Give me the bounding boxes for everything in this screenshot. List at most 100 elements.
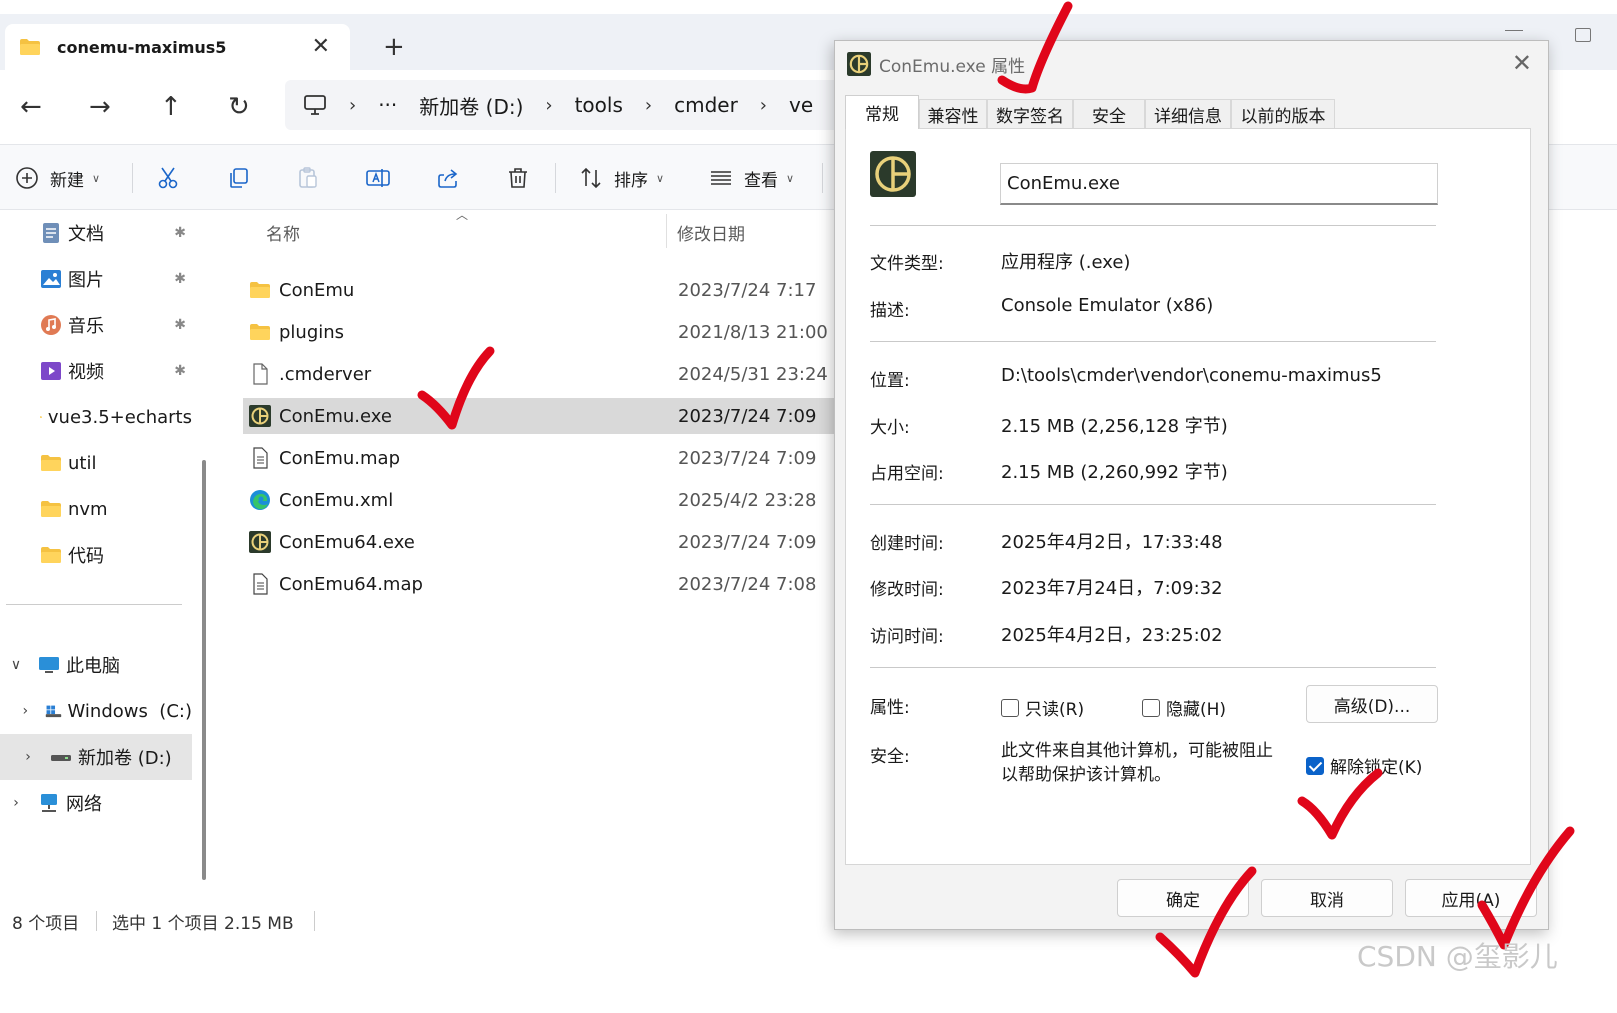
readonly-checkbox[interactable]: 只读(R)	[1001, 695, 1084, 720]
refresh-button[interactable]: ↻	[228, 92, 250, 122]
general-tab-panel: ConEmu.exe 文件类型: 应用程序 (.exe) 描述: Console…	[845, 128, 1531, 865]
sidebar-item-network[interactable]: › 网络	[0, 780, 192, 826]
trash-icon	[509, 168, 527, 188]
tab-details[interactable]: 详细信息	[1145, 99, 1231, 129]
pin-icon[interactable]: ✱	[174, 317, 186, 333]
tab-security[interactable]: 安全	[1073, 99, 1145, 129]
dialog-tabs: 常规 兼容性 数字签名 安全 详细信息 以前的版本	[845, 95, 1535, 129]
pin-icon[interactable]: ✱	[174, 271, 186, 287]
attributes-label: 属性:	[870, 698, 910, 718]
sidebar-item-vue-echarts[interactable]: vue3.5+echarts	[0, 394, 192, 440]
sidebar-item-videos[interactable]: 视频 ✱	[0, 348, 192, 394]
pin-icon[interactable]: ✱	[174, 363, 186, 379]
column-header-modified[interactable]: 修改日期	[677, 220, 745, 245]
sidebar-item-label: 文档	[68, 224, 104, 245]
sidebar-item-drive-c[interactable]: › Windows (C:)	[0, 688, 192, 734]
breadcrumb-item-vendor[interactable]: ve	[789, 93, 813, 117]
sidebar-item-this-pc[interactable]: ∨ 此电脑	[0, 642, 192, 688]
size-label: 大小:	[870, 418, 910, 438]
file-type-label: 文件类型:	[870, 254, 944, 274]
hidden-checkbox[interactable]: 隐藏(H)	[1142, 695, 1226, 720]
close-tab-icon[interactable]: ✕	[312, 34, 330, 59]
column-header-name[interactable]: 名称	[266, 220, 300, 245]
cut-button[interactable]	[155, 159, 181, 197]
checkbox-box[interactable]	[1142, 698, 1160, 717]
breadcrumb-item-cmder[interactable]: cmder	[674, 93, 738, 117]
expand-chevron-icon[interactable]: ›	[4, 795, 28, 811]
plus-circle-icon	[16, 167, 38, 189]
file-row[interactable]: ConEmu.map 2023/7/24 7:09	[243, 440, 838, 476]
breadcrumb-more[interactable]: ···	[378, 93, 397, 117]
tab-conemu-maximus5[interactable]: conemu-maximus5 ✕	[5, 24, 350, 70]
delete-button[interactable]	[505, 159, 531, 197]
file-row[interactable]: .cmderver 2024/5/31 23:24	[243, 356, 838, 392]
copy-button[interactable]	[225, 159, 251, 197]
unblock-label: 解除锁定(K)	[1330, 758, 1423, 778]
status-bar: 8 个项目 选中 1 个项目 2.15 MB	[0, 904, 840, 938]
sidebar-item-pictures[interactable]: 图片 ✱	[0, 256, 192, 302]
sidebar-item-nvm[interactable]: nvm	[0, 486, 192, 532]
new-tab-button[interactable]: +	[383, 32, 405, 62]
network-icon	[41, 794, 57, 812]
cancel-button[interactable]: 取消	[1261, 879, 1393, 917]
file-row[interactable]: ConEmu64.map 2023/7/24 7:08	[243, 566, 838, 602]
sort-button[interactable]: 排序 ∨	[578, 159, 664, 197]
sidebar-item-util[interactable]: util	[0, 440, 192, 486]
ok-button[interactable]: 确定	[1117, 879, 1249, 917]
expand-chevron-icon[interactable]: ›	[16, 703, 35, 719]
copy-icon	[230, 168, 248, 188]
tab-general[interactable]: 常规	[845, 95, 919, 129]
rename-button[interactable]	[365, 159, 391, 197]
new-button[interactable]: 新建 ∨	[14, 159, 100, 197]
file-date: 2023/7/24 7:09	[678, 447, 817, 469]
maximize-icon[interactable]	[1575, 28, 1591, 42]
divider	[870, 667, 1436, 668]
sidebar-item-music[interactable]: 音乐 ✱	[0, 302, 192, 348]
column-divider[interactable]	[666, 214, 667, 248]
paste-button[interactable]	[295, 159, 321, 197]
file-name-field[interactable]: ConEmu.exe	[1000, 163, 1438, 205]
file-row[interactable]: plugins 2021/8/13 21:00	[243, 314, 838, 350]
close-icon[interactable]: ✕	[1512, 49, 1532, 77]
unblock-checkbox[interactable]: 解除锁定(K)	[1306, 753, 1422, 778]
sidebar-scrollbar[interactable]	[202, 460, 206, 880]
expand-chevron-icon[interactable]: ∨	[4, 657, 28, 673]
sidebar-item-code[interactable]: 代码	[0, 532, 192, 578]
pin-icon[interactable]: ✱	[174, 225, 186, 241]
sidebar-item-drive-d[interactable]: › 新加卷 (D:)	[0, 734, 192, 780]
file-name: ConEmu	[279, 279, 355, 301]
dialog-title: ConEmu.exe 属性	[879, 56, 1026, 77]
file-name: ConEmu.map	[279, 447, 401, 469]
file-row[interactable]: ConEmu64.exe 2023/7/24 7:09	[243, 524, 838, 560]
tab-previous-versions[interactable]: 以前的版本	[1231, 99, 1335, 129]
advanced-button[interactable]: 高级(D)...	[1306, 685, 1438, 723]
sidebar-item-documents[interactable]: 文档 ✱	[0, 210, 192, 256]
breadcrumb-item-tools[interactable]: tools	[575, 93, 623, 117]
view-button[interactable]: 查看 ∨	[708, 159, 794, 197]
location-value: D:\tools\cmder\vendor\conemu-maximus5	[1001, 365, 1382, 386]
up-button[interactable]: ↑	[160, 92, 182, 122]
sidebar-item-label: Windows (C:)	[67, 700, 192, 722]
videos-icon	[41, 362, 61, 380]
file-row[interactable]: ConEmu 2023/7/24 7:17	[243, 272, 838, 308]
apply-button[interactable]: 应用(A)	[1405, 879, 1537, 917]
file-name: plugins	[279, 321, 345, 343]
back-button[interactable]: ←	[20, 92, 42, 122]
security-label: 安全:	[870, 747, 910, 767]
expand-chevron-icon[interactable]: ›	[16, 749, 40, 765]
column-headers: ︿ 名称 修改日期	[218, 208, 838, 254]
minimize-icon[interactable]	[1505, 30, 1523, 31]
chevron-down-icon: ∨	[786, 171, 795, 185]
checkbox-box-checked[interactable]	[1306, 756, 1324, 775]
tab-compatibility[interactable]: 兼容性	[919, 99, 987, 129]
folder-icon	[41, 455, 61, 471]
breadcrumb-item-drive-d[interactable]: 新加卷 (D:)	[419, 91, 523, 120]
share-button[interactable]	[435, 159, 461, 197]
tab-digital-signatures[interactable]: 数字签名	[987, 99, 1073, 129]
forward-button[interactable]: →	[89, 92, 111, 122]
dialog-title-bar[interactable]: ConEmu.exe 属性 ✕	[835, 41, 1548, 87]
conemu-icon	[847, 52, 871, 76]
file-row[interactable]: ConEmu.xml 2025/4/2 23:28	[243, 482, 838, 518]
file-row-selected[interactable]: ConEmu.exe 2023/7/24 7:09	[243, 398, 838, 434]
checkbox-box[interactable]	[1001, 698, 1019, 717]
